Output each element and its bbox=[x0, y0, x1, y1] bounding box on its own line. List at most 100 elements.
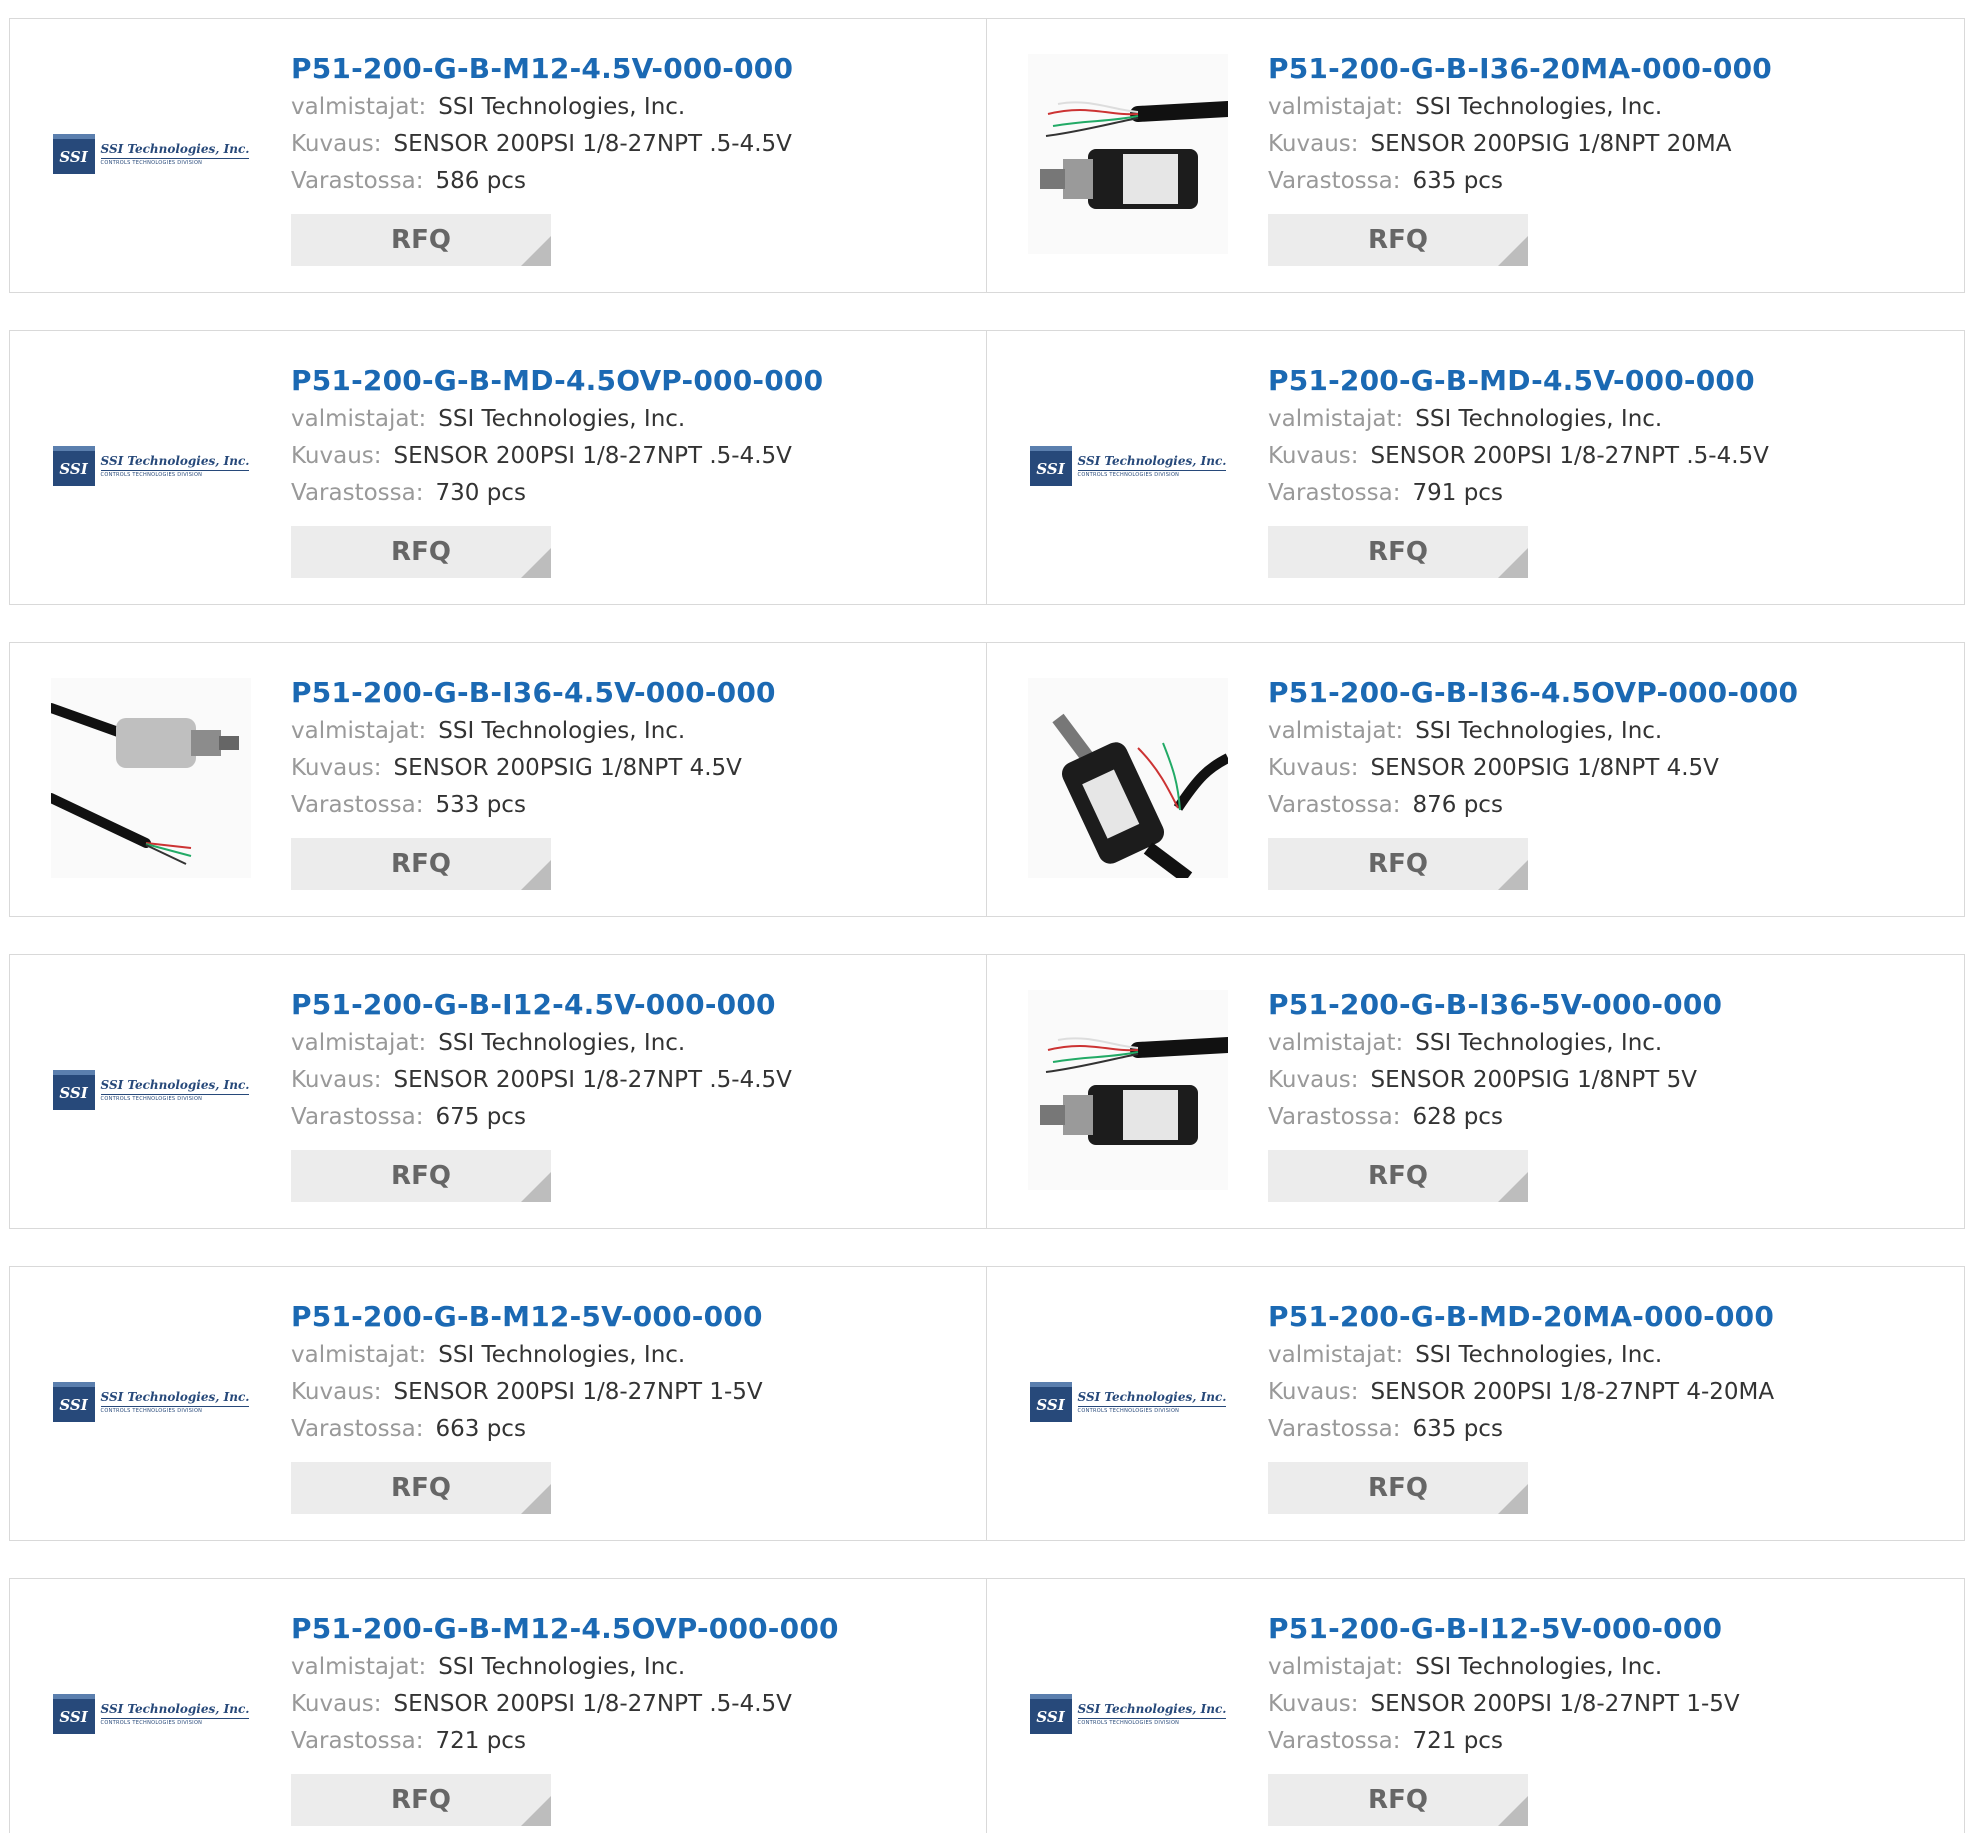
product-image[interactable]: SSI SSI Technologies, Inc. CONTROLS TECHNO… bbox=[51, 366, 251, 566]
description-label: Kuvaus: bbox=[1268, 443, 1359, 469]
rfq-button[interactable]: RFQ bbox=[291, 838, 551, 890]
ssi-logo: SSI SSI Technologies, Inc. CONTROLS TECHNO… bbox=[52, 1382, 250, 1422]
stock-label: Varastossa: bbox=[291, 480, 424, 506]
product-card: SSI SSI Technologies, Inc. CONTROLS TECHNO… bbox=[987, 1266, 1965, 1541]
rfq-button[interactable]: RFQ bbox=[1268, 214, 1528, 266]
stock-value: 721 pcs bbox=[435, 1728, 526, 1754]
rfq-button[interactable]: RFQ bbox=[1268, 838, 1528, 890]
rfq-button[interactable]: RFQ bbox=[1268, 1462, 1528, 1514]
product-image[interactable]: SSI SSI Technologies, Inc. CONTROLS TECHNO… bbox=[51, 1302, 251, 1502]
product-image[interactable] bbox=[1028, 678, 1228, 878]
stock-row: Varastossa: 876 pcs bbox=[1268, 787, 1798, 824]
sensor-photo bbox=[1028, 990, 1228, 1190]
ssi-logo: SSI SSI Technologies, Inc. CONTROLS TECHNO… bbox=[52, 446, 250, 486]
part-number-link[interactable]: P51-200-G-B-MD-4.5V-000-000 bbox=[1268, 361, 1769, 401]
ssi-logo-name: SSI Technologies, Inc. bbox=[100, 142, 250, 156]
ssi-logo: SSI SSI Technologies, Inc. CONTROLS TECHNO… bbox=[52, 1694, 250, 1734]
manufacturer-value: SSI Technologies, Inc. bbox=[1415, 1654, 1663, 1680]
part-number-link[interactable]: P51-200-G-B-M12-5V-000-000 bbox=[291, 1297, 763, 1337]
description-row: Kuvaus: SENSOR 200PSI 1/8-27NPT .5-4.5V bbox=[291, 1686, 839, 1723]
product-info: P51-200-G-B-I12-5V-000-000 valmistajat: S… bbox=[1268, 1609, 1740, 1826]
product-image[interactable]: SSI SSI Technologies, Inc. CONTROLS TECHNO… bbox=[51, 1614, 251, 1814]
description-row: Kuvaus: SENSOR 200PSI 1/8-27NPT .5-4.5V bbox=[291, 126, 793, 163]
manufacturer-value: SSI Technologies, Inc. bbox=[438, 1030, 686, 1056]
part-number-link[interactable]: P51-200-G-B-I12-5V-000-000 bbox=[1268, 1609, 1740, 1649]
description-label: Kuvaus: bbox=[291, 1067, 382, 1093]
product-info: P51-200-G-B-I36-4.5V-000-000 valmistajat… bbox=[291, 673, 776, 890]
ssi-logo-division: CONTROLS TECHNOLOGIES DIVISION bbox=[100, 1094, 250, 1102]
description-value: SENSOR 200PSIG 1/8NPT 4.5V bbox=[393, 755, 742, 781]
ssi-logo-name: SSI Technologies, Inc. bbox=[100, 1702, 250, 1716]
rfq-button[interactable]: RFQ bbox=[291, 1462, 551, 1514]
product-card: P51-200-G-B-I36-5V-000-000 valmistajat: S… bbox=[987, 954, 1965, 1229]
product-card: SSI SSI Technologies, Inc. CONTROLS TECHNO… bbox=[9, 1578, 987, 1833]
rfq-label: RFQ bbox=[391, 1161, 451, 1191]
product-image[interactable]: SSI SSI Technologies, Inc. CONTROLS TECHNO… bbox=[1028, 366, 1228, 566]
stock-label: Varastossa: bbox=[291, 792, 424, 818]
description-value: SENSOR 200PSI 1/8-27NPT 1-5V bbox=[393, 1379, 763, 1405]
description-label: Kuvaus: bbox=[291, 1691, 382, 1717]
ssi-logo-mark: SSI bbox=[52, 1070, 95, 1110]
stock-row: Varastossa: 721 pcs bbox=[1268, 1723, 1740, 1760]
part-number-link[interactable]: P51-200-G-B-I36-20MA-000-000 bbox=[1268, 49, 1772, 89]
rfq-button[interactable]: RFQ bbox=[1268, 1774, 1528, 1826]
part-number-link[interactable]: P51-200-G-B-I12-4.5V-000-000 bbox=[291, 985, 792, 1025]
manufacturer-label: valmistajat: bbox=[291, 1342, 427, 1368]
ssi-logo-name: SSI Technologies, Inc. bbox=[100, 1078, 250, 1092]
description-value: SENSOR 200PSIG 1/8NPT 20MA bbox=[1370, 131, 1732, 157]
corner-fold-icon bbox=[521, 1484, 551, 1514]
corner-fold-icon bbox=[1498, 1172, 1528, 1202]
rfq-label: RFQ bbox=[1368, 1161, 1428, 1191]
part-number-link[interactable]: P51-200-G-B-M12-4.5V-000-000 bbox=[291, 49, 793, 89]
stock-value: 876 pcs bbox=[1412, 792, 1503, 818]
product-image[interactable]: SSI SSI Technologies, Inc. CONTROLS TECHNO… bbox=[51, 990, 251, 1190]
description-row: Kuvaus: SENSOR 200PSI 1/8-27NPT 1-5V bbox=[1268, 1686, 1740, 1723]
part-number-link[interactable]: P51-200-G-B-MD-4.5OVP-000-000 bbox=[291, 361, 823, 401]
ssi-logo-name: SSI Technologies, Inc. bbox=[100, 1390, 250, 1404]
product-image[interactable]: SSI SSI Technologies, Inc. CONTROLS TECHNO… bbox=[51, 54, 251, 254]
rfq-button[interactable]: RFQ bbox=[291, 1774, 551, 1826]
rfq-button[interactable]: RFQ bbox=[1268, 526, 1528, 578]
part-number-link[interactable]: P51-200-G-B-MD-20MA-000-000 bbox=[1268, 1297, 1774, 1337]
description-label: Kuvaus: bbox=[291, 443, 382, 469]
part-number-link[interactable]: P51-200-G-B-I36-4.5OVP-000-000 bbox=[1268, 673, 1798, 713]
product-image[interactable] bbox=[1028, 990, 1228, 1190]
product-image[interactable] bbox=[51, 678, 251, 878]
sensor-photo bbox=[51, 678, 251, 878]
product-row: SSI SSI Technologies, Inc. CONTROLS TECHNO… bbox=[9, 18, 1965, 293]
manufacturer-row: valmistajat: SSI Technologies, Inc. bbox=[291, 401, 823, 438]
rfq-label: RFQ bbox=[1368, 1785, 1428, 1815]
manufacturer-label: valmistajat: bbox=[291, 718, 427, 744]
product-info: P51-200-G-B-M12-4.5OVP-000-000 valmistaj… bbox=[291, 1609, 839, 1826]
stock-value: 730 pcs bbox=[435, 480, 526, 506]
manufacturer-label: valmistajat: bbox=[291, 94, 427, 120]
product-image[interactable] bbox=[1028, 54, 1228, 254]
product-card: SSI SSI Technologies, Inc. CONTROLS TECHNO… bbox=[987, 1578, 1965, 1833]
product-image[interactable]: SSI SSI Technologies, Inc. CONTROLS TECHNO… bbox=[1028, 1302, 1228, 1502]
rfq-button[interactable]: RFQ bbox=[291, 526, 551, 578]
part-number-link[interactable]: P51-200-G-B-I36-4.5V-000-000 bbox=[291, 673, 776, 713]
product-info: P51-200-G-B-I36-20MA-000-000 valmistajat… bbox=[1268, 49, 1772, 266]
product-card: SSI SSI Technologies, Inc. CONTROLS TECHNO… bbox=[9, 330, 987, 605]
rfq-button[interactable]: RFQ bbox=[1268, 1150, 1528, 1202]
part-number-link[interactable]: P51-200-G-B-I36-5V-000-000 bbox=[1268, 985, 1722, 1025]
rfq-button[interactable]: RFQ bbox=[291, 1150, 551, 1202]
stock-label: Varastossa: bbox=[1268, 1104, 1401, 1130]
description-row: Kuvaus: SENSOR 200PSI 1/8-27NPT .5-4.5V bbox=[291, 1062, 792, 1099]
description-value: SENSOR 200PSIG 1/8NPT 5V bbox=[1370, 1067, 1697, 1093]
manufacturer-row: valmistajat: SSI Technologies, Inc. bbox=[1268, 1649, 1740, 1686]
product-image[interactable]: SSI SSI Technologies, Inc. CONTROLS TECHNO… bbox=[1028, 1614, 1228, 1814]
ssi-logo: SSI SSI Technologies, Inc. CONTROLS TECHNO… bbox=[1029, 1694, 1227, 1734]
description-label: Kuvaus: bbox=[1268, 1691, 1359, 1717]
part-number-link[interactable]: P51-200-G-B-M12-4.5OVP-000-000 bbox=[291, 1609, 839, 1649]
ssi-logo-division: CONTROLS TECHNOLOGIES DIVISION bbox=[100, 1406, 250, 1414]
description-label: Kuvaus: bbox=[1268, 1379, 1359, 1405]
stock-label: Varastossa: bbox=[1268, 480, 1401, 506]
stock-label: Varastossa: bbox=[291, 1104, 424, 1130]
rfq-button[interactable]: RFQ bbox=[291, 214, 551, 266]
product-info: P51-200-G-B-M12-4.5V-000-000 valmistajat… bbox=[291, 49, 793, 266]
manufacturer-row: valmistajat: SSI Technologies, Inc. bbox=[291, 713, 776, 750]
ssi-logo-mark: SSI bbox=[52, 1382, 95, 1422]
stock-value: 663 pcs bbox=[435, 1416, 526, 1442]
rfq-label: RFQ bbox=[391, 225, 451, 255]
